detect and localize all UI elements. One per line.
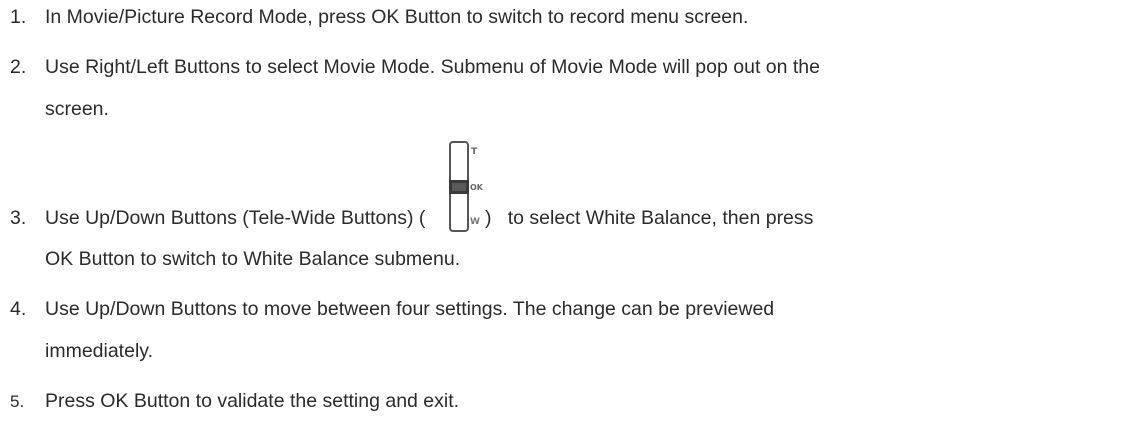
step-text: Use Right/Left Buttons to select Movie M… — [45, 56, 821, 78]
tele-label: T — [471, 147, 478, 157]
step-text-continued: screen. — [45, 98, 109, 120]
step-number: 2. — [10, 56, 27, 78]
step-text-continued: immediately. — [45, 340, 154, 362]
step-text: Use Up/Down Buttons (Tele-Wide Buttons) … — [45, 207, 426, 229]
step-text: Use Up/Down Buttons to move between four… — [45, 298, 775, 320]
step-number: 4. — [10, 298, 27, 320]
tele-wide-zoom-icon: T OK W — [447, 140, 485, 233]
step-text-after-icon: ) to select White Balance, then press — [485, 207, 814, 229]
wide-label: W — [470, 217, 480, 227]
step-number: 1. — [10, 6, 27, 28]
ok-label: OK — [470, 183, 484, 192]
step-text-continued: OK Button to switch to White Balance sub… — [45, 248, 461, 270]
step-number: 3. — [10, 207, 27, 229]
step-text: In Movie/Picture Record Mode, press OK B… — [45, 6, 749, 28]
step-text: Press OK Button to validate the setting … — [45, 390, 460, 412]
step-number: 5. — [10, 392, 25, 411]
